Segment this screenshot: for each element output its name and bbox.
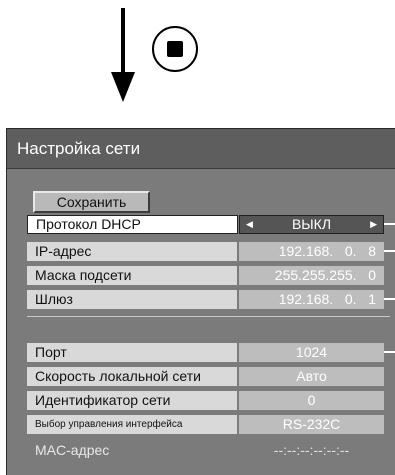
dhcp-value[interactable]: ◀ ВЫКЛ ▶	[239, 215, 384, 234]
network-id-value[interactable]: 0	[239, 391, 384, 410]
row-marker	[384, 250, 395, 252]
network-settings-menu: Настройка сети Сохранить Протокол DHCP ◀…	[6, 128, 395, 475]
row-marker	[384, 223, 395, 225]
control-interface-row[interactable]: Выбор управления интерфейса RS-232C	[27, 415, 390, 434]
gateway-value[interactable]: 192.168. 0. 1	[239, 290, 384, 309]
port-value[interactable]: 1024	[239, 343, 384, 362]
mac-address-row: MAC-адрес --:--:--:--:--:--	[27, 441, 390, 460]
subnet-mask-value[interactable]: 255.255.255. 0	[239, 266, 384, 285]
control-interface-label: Выбор управления интерфейса	[27, 415, 238, 434]
ip-address-value[interactable]: 192.168. 0. 8	[239, 242, 384, 261]
ip-address-label: IP-адрес	[27, 242, 238, 261]
left-triangle-icon[interactable]: ◀	[246, 216, 253, 233]
down-arrow-icon	[111, 8, 135, 102]
dhcp-row[interactable]: Протокол DHCP ◀ ВЫКЛ ▶	[27, 215, 395, 234]
mac-address-label: MAC-адрес	[27, 441, 238, 460]
mac-address-value: --:--:--:--:--:--	[239, 441, 384, 460]
save-button[interactable]: Сохранить	[33, 191, 150, 213]
port-label: Порт	[27, 343, 238, 362]
dhcp-value-text: ВЫКЛ	[291, 216, 332, 232]
lan-speed-value[interactable]: Авто	[239, 367, 384, 386]
network-id-label: Идентификатор сети	[27, 391, 238, 410]
dhcp-label: Протокол DHCP	[27, 215, 238, 234]
lan-speed-row[interactable]: Скорость локальной сети Авто	[27, 367, 390, 386]
row-marker	[384, 298, 395, 300]
right-triangle-icon[interactable]: ▶	[370, 216, 377, 233]
ip-address-row[interactable]: IP-адрес 192.168. 0. 8	[27, 242, 395, 261]
menu-title: Настройка сети	[7, 129, 395, 169]
row-marker	[384, 351, 395, 353]
subnet-mask-row[interactable]: Маска подсети 255.255.255. 0	[27, 266, 390, 285]
gateway-label: Шлюз	[27, 290, 238, 309]
gateway-row[interactable]: Шлюз 192.168. 0. 1	[27, 290, 395, 309]
subnet-mask-label: Маска подсети	[27, 266, 238, 285]
lan-speed-label: Скорость локальной сети	[27, 367, 238, 386]
divider	[27, 316, 390, 317]
control-interface-value[interactable]: RS-232C	[239, 415, 384, 434]
stop-button-icon[interactable]	[150, 24, 200, 74]
network-id-row[interactable]: Идентификатор сети 0	[27, 391, 390, 410]
port-row[interactable]: Порт 1024	[27, 343, 395, 362]
